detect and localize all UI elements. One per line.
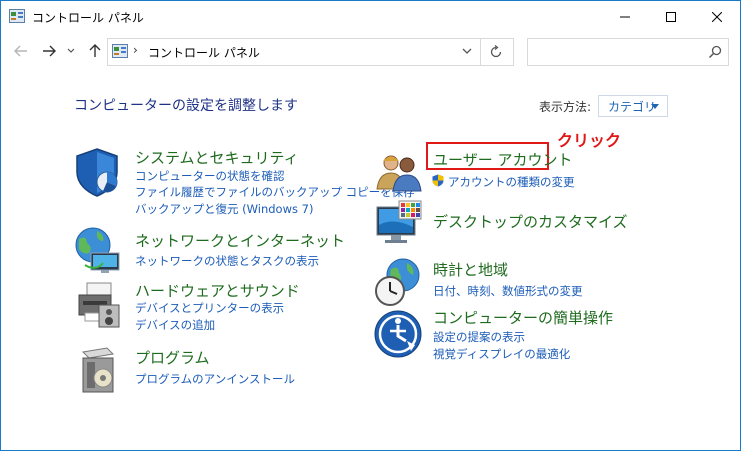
control-panel-window: コントロール パネル › コントロール パネル コンピューターの設定を調整します… [0,0,741,451]
maximize-icon [666,11,676,22]
minimize-icon [620,16,630,17]
link-settings-suggestions[interactable]: 設定の提案の表示 [433,329,525,345]
maximize-button[interactable] [648,1,694,32]
refresh-icon[interactable] [488,44,504,60]
title-bar: コントロール パネル [1,1,740,32]
clock-globe-icon[interactable] [373,257,425,309]
category-clock-region[interactable]: 時計と地域 [433,259,508,280]
address-bar[interactable]: › コントロール パネル [107,38,514,66]
link-check-computer-status[interactable]: コンピューターの状態を確認 [135,168,285,184]
search-input[interactable] [532,42,706,62]
printer-icon[interactable] [73,279,125,331]
page-title: コンピューターの設定を調整します [74,98,298,114]
link-add-device[interactable]: デバイスの追加 [135,317,215,333]
link-uninstall-program[interactable]: プログラムのアンインストール [135,371,295,387]
link-backup-restore[interactable]: バックアップと復元 (Windows 7) [135,201,313,217]
search-icon[interactable] [708,45,722,59]
window-title: コントロール パネル [32,11,144,25]
category-hardware-sound[interactable]: ハードウェアとサウンド [135,280,300,301]
view-by-value[interactable]: カテゴリ [608,98,656,115]
view-by-dropdown[interactable]: カテゴリ [598,95,668,117]
search-box[interactable] [527,38,729,66]
back-arrow-icon [14,45,27,57]
forward-button[interactable] [39,41,59,61]
category-user-accounts[interactable]: ユーザー アカウント [433,149,572,170]
category-ease-of-access[interactable]: コンピューターの簡単操作 [433,307,613,328]
recent-dropdown-icon [67,48,75,53]
up-button[interactable] [85,41,105,61]
link-change-account-type[interactable]: アカウントの種類の変更 [448,174,575,190]
view-by-label: 表示方法: [539,100,592,114]
users-icon[interactable] [373,149,425,201]
link-optimize-visual-display[interactable]: 視覚ディスプレイの最適化 [433,346,570,362]
link-network-status-tasks[interactable]: ネットワークの状態とタスクの表示 [135,253,319,269]
uac-shield-icon [432,174,444,187]
breadcrumb-separator[interactable]: › [133,43,138,57]
breadcrumb-control-panel[interactable]: コントロール パネル [148,44,260,61]
dropdown-caret-icon [651,104,659,109]
recent-locations-button[interactable] [64,41,78,61]
programs-box-icon[interactable] [73,344,125,396]
category-network-internet[interactable]: ネットワークとインターネット [135,230,345,251]
address-divider [480,39,481,65]
ease-of-access-icon[interactable] [373,309,425,361]
link-date-time-number-format[interactable]: 日付、時刻、数値形式の変更 [433,283,583,299]
close-button[interactable] [694,1,740,32]
close-icon [712,11,722,22]
control-panel-icon [112,44,128,58]
click-annotation: クリック [557,131,622,150]
monitor-palette-icon[interactable] [373,199,425,251]
category-system-security[interactable]: システムとセキュリティ [135,147,299,168]
link-devices-printers[interactable]: デバイスとプリンターの表示 [135,300,284,316]
category-desktop-customization[interactable]: デスクトップのカスタマイズ [433,211,628,232]
globe-network-icon[interactable] [73,225,125,277]
forward-arrow-icon [43,45,56,57]
control-panel-icon [9,9,25,23]
back-button[interactable] [11,41,31,61]
minimize-button[interactable] [602,1,648,32]
up-arrow-icon [89,44,101,57]
shield-icon[interactable] [73,146,125,198]
chevron-down-icon[interactable] [460,44,474,58]
category-programs[interactable]: プログラム [135,347,210,368]
